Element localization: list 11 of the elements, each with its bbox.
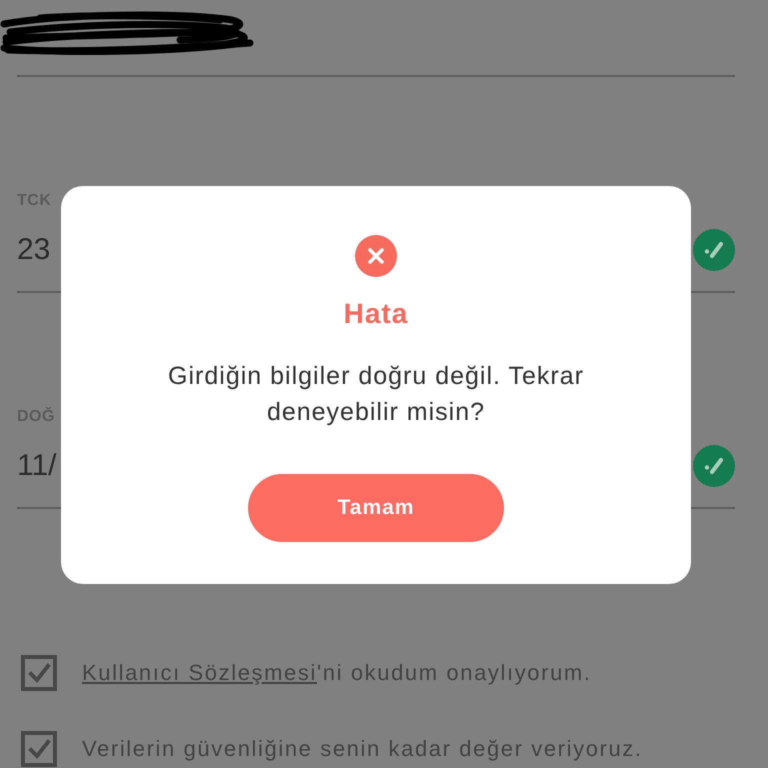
dialog-title: Hata — [344, 297, 408, 331]
error-close-icon — [355, 235, 397, 277]
consent-text: Kullanıcı Sözleşmesi'ni okudum onaylıyorum. — [82, 659, 592, 687]
checkbox[interactable] — [21, 731, 57, 767]
field-value: 23 — [17, 232, 50, 268]
user-agreement-link[interactable]: Kullanıcı Sözleşmesi — [82, 660, 317, 685]
checkbox[interactable] — [21, 655, 57, 691]
dialog-message: Girdiğin bilgiler doğru değil. Tekrar deneyebilir misin? — [167, 361, 585, 428]
ok-button[interactable]: Tamam — [248, 474, 504, 542]
consent-text: Verilerin güvenliğine senin kadar değer veriyoruz. — [82, 735, 643, 763]
field-value: 11/ — [17, 448, 56, 484]
